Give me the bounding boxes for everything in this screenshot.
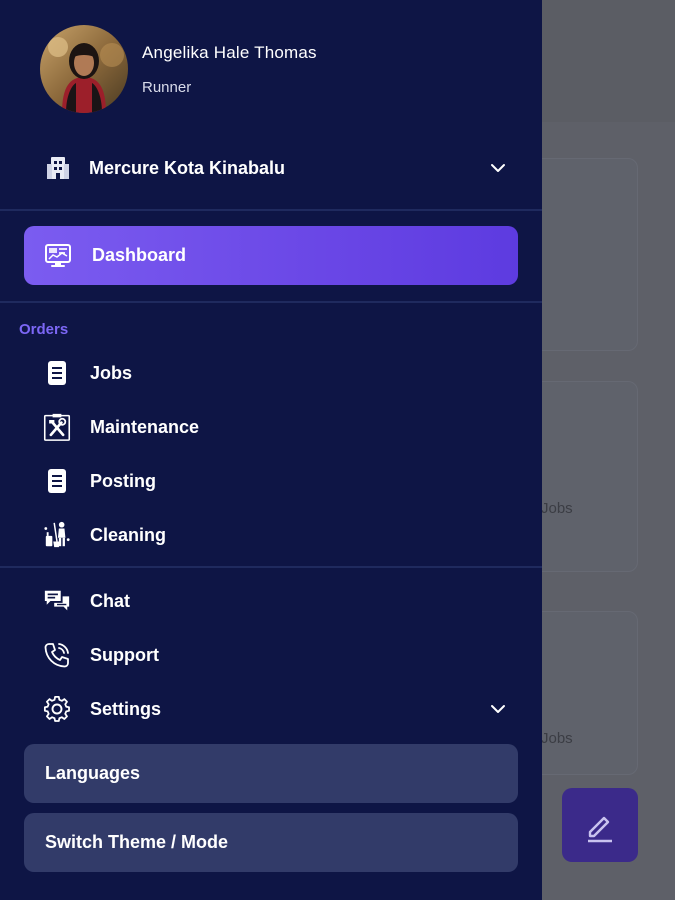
user-profile[interactable]: Angelika Hale Thomas Runner — [40, 25, 317, 113]
menu-item-chat[interactable]: Chat — [0, 581, 542, 621]
divider — [0, 209, 542, 211]
background-card-label: Jobs — [541, 730, 573, 747]
edit-icon — [588, 816, 612, 843]
dashboard-button[interactable]: Dashboard — [24, 226, 518, 285]
user-role: Runner — [142, 78, 192, 96]
chevron-down-icon — [491, 705, 505, 713]
navigation-drawer: Angelika Hale Thomas Runner Mercure Kota… — [0, 0, 542, 900]
chat-icon — [43, 587, 71, 615]
profile-info: Angelika Hale Thomas Runner — [142, 43, 317, 96]
menu-item-label: Support — [90, 644, 159, 665]
user-name: Angelika Hale Thomas — [142, 42, 317, 62]
menu-item-cleaning[interactable]: Cleaning — [0, 515, 542, 555]
menu-item-settings[interactable]: Settings — [0, 689, 542, 729]
section-heading-orders: Orders — [19, 321, 69, 338]
languages-button[interactable]: Languages — [24, 744, 518, 803]
hotel-name: Mercure Kota Kinabalu — [89, 157, 286, 178]
menu-item-label: Posting — [90, 470, 156, 491]
avatar — [40, 25, 128, 113]
menu-item-posting[interactable]: Posting — [0, 461, 542, 501]
menu-item-label: Maintenance — [90, 416, 200, 437]
monitor-icon — [44, 242, 72, 270]
compose-fab-button[interactable] — [562, 788, 638, 862]
hotel-selector[interactable]: Mercure Kota Kinabalu — [0, 140, 542, 196]
menu-item-label: Cleaning — [90, 524, 167, 545]
menu-item-label: Jobs — [90, 362, 133, 383]
tools-icon — [43, 413, 71, 441]
switch-theme-label: Switch Theme / Mode — [45, 832, 229, 852]
dashboard-label: Dashboard — [92, 245, 187, 265]
background-card-label: Jobs — [541, 500, 573, 517]
chevron-down-icon — [491, 164, 505, 172]
menu-item-jobs[interactable]: Jobs — [0, 353, 542, 393]
languages-label: Languages — [45, 763, 141, 783]
divider — [0, 301, 542, 303]
document-icon — [43, 359, 71, 387]
menu-item-support[interactable]: Support — [0, 635, 542, 675]
document-icon — [43, 467, 71, 495]
switch-theme-button[interactable]: Switch Theme / Mode — [24, 813, 518, 872]
gear-icon — [43, 695, 71, 723]
building-icon — [44, 154, 72, 182]
divider — [0, 566, 542, 568]
phone-icon — [43, 641, 71, 669]
cleaning-icon — [43, 521, 71, 549]
menu-item-label: Chat — [90, 590, 130, 611]
menu-item-maintenance[interactable]: Maintenance — [0, 407, 542, 447]
menu-item-label: Settings — [90, 698, 162, 719]
